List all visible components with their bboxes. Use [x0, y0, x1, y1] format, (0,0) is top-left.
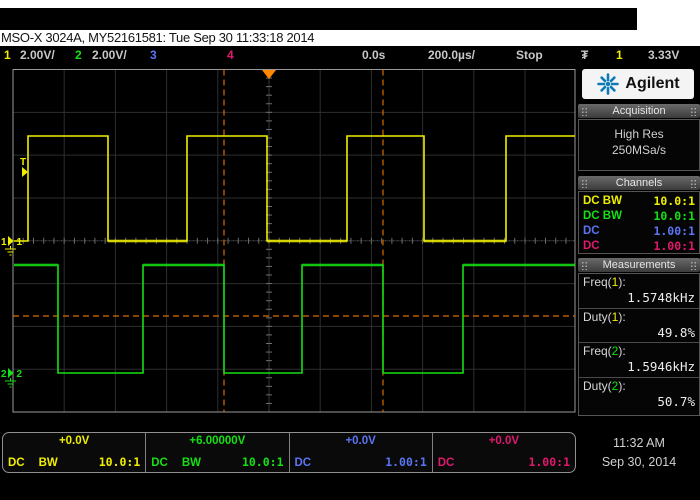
channel-row-4[interactable]: DC 1.00:1 [579, 238, 699, 253]
acquisition-mode: High Res [579, 126, 699, 142]
channel-offset: +0.0V [438, 435, 570, 447]
channel-probe: 1.00:1 [653, 239, 695, 253]
status-ch2-number[interactable]: 2 [75, 48, 82, 62]
bandwidth-label: BW [39, 457, 58, 469]
status-ch3-number[interactable]: 3 [150, 48, 157, 62]
measurements-header-label: Measurements [603, 259, 676, 271]
channel-row-3[interactable]: DC 1.00:1 [579, 223, 699, 238]
measurement-value: 49.8% [583, 325, 695, 341]
channel-coupling: DC BW [583, 195, 622, 207]
channel-2-box[interactable]: +6.00000V DC BW 10.0:1 [146, 433, 289, 472]
svg-text:1: 1 [1, 237, 7, 248]
measurements-panel: Freq(1): 1.5748kHz Duty(1): 49.8% Freq(2… [578, 273, 700, 416]
grip-icon [581, 107, 588, 116]
svg-text:2: 2 [1, 369, 7, 380]
channels-header[interactable]: Channels [578, 176, 700, 190]
measurement-duty1[interactable]: Duty(1): 49.8% [579, 308, 699, 342]
acquisition-header-label: Acquisition [612, 105, 665, 117]
measurement-label: ): [618, 310, 625, 324]
scope-screen: 1 2.00V/ 2 2.00V/ 3 4 0.0s 200.0µs/ Stop… [0, 46, 700, 500]
measurement-duty2[interactable]: Duty(2): 50.7% [579, 377, 699, 411]
channel-4-box[interactable]: +0.0V DC 1.00:1 [433, 433, 575, 472]
coupling-label: DC [438, 457, 455, 469]
measurement-label: Freq( [583, 344, 612, 358]
status-run-state[interactable]: Stop [516, 48, 543, 62]
clock-date: Sep 30, 2014 [578, 453, 700, 472]
channel-coupling: DC [583, 240, 600, 252]
measurement-freq2[interactable]: Freq(2): 1.5946kHz [579, 342, 699, 376]
measurement-label: Duty( [583, 379, 612, 393]
status-timebase[interactable]: 200.0µs/ [428, 48, 475, 62]
channel-row-1[interactable]: DC BW 10.0:1 [579, 193, 699, 208]
channel-probe: 10.0:1 [653, 194, 695, 208]
measurement-label: Freq( [583, 275, 612, 289]
top-banner [0, 8, 637, 30]
measurement-label: ): [618, 344, 625, 358]
svg-text:1: 1 [17, 237, 23, 248]
measurement-value: 50.7% [583, 394, 695, 410]
channel-probe: 1.00:1 [653, 224, 695, 238]
channel-offset: +0.0V [8, 435, 140, 447]
channel-coupling: DC BW [583, 210, 622, 222]
status-ch1-number[interactable]: 1 [4, 48, 11, 62]
agilent-starburst-icon [596, 72, 620, 96]
status-bar: 1 2.00V/ 2 2.00V/ 3 4 0.0s 200.0µs/ Stop… [0, 46, 700, 64]
channel-offset: +6.00000V [151, 435, 283, 447]
channel-probe: 10.0:1 [653, 209, 695, 223]
channel-coupling: DC [583, 225, 600, 237]
measurement-label: ): [618, 379, 625, 393]
measurements-header[interactable]: Measurements [578, 258, 700, 272]
channel-3-box[interactable]: +0.0V DC 1.00:1 [290, 433, 433, 472]
measurement-value: 1.5748kHz [583, 290, 695, 306]
oscilloscope-screenshot: MSO-X 3024A, MY52161581: Tue Sep 30 11:3… [0, 0, 700, 500]
trigger-icon: ₮ [581, 48, 588, 62]
channel-1-box[interactable]: +0.0V DC BW 10.0:1 [3, 433, 146, 472]
waveform-display[interactable]: T 11 22 [0, 64, 578, 432]
channels-header-label: Channels [616, 177, 662, 189]
grip-icon [690, 107, 697, 116]
coupling-label: DC [295, 457, 312, 469]
svg-text:T: T [20, 157, 26, 168]
acquisition-panel[interactable]: High Res 250MSa/s [578, 119, 700, 171]
instrument-title: MSO-X 3024A, MY52161581: Tue Sep 30 11:3… [1, 30, 314, 45]
probe-ratio: 10.0:1 [242, 455, 284, 469]
channels-panel: DC BW 10.0:1 DC BW 10.0:1 DC 1.00:1 DC 1… [578, 191, 700, 254]
status-trigger-level[interactable]: 3.33V [648, 48, 679, 62]
measurement-value: 1.5946kHz [583, 359, 695, 375]
measurement-freq1[interactable]: Freq(1): 1.5748kHz [579, 274, 699, 308]
probe-ratio: 1.00:1 [385, 455, 427, 469]
status-ch4-number[interactable]: 4 [227, 48, 234, 62]
clock: 11:32 AM Sep 30, 2014 [578, 434, 700, 472]
bandwidth-label: BW [182, 457, 201, 469]
probe-ratio: 10.0:1 [99, 455, 141, 469]
grip-icon [690, 261, 697, 270]
channel-settings-bar: +0.0V DC BW 10.0:1 +6.00000V DC BW 10.0:… [2, 432, 576, 473]
measurement-label: ): [618, 275, 625, 289]
status-ch2-scale[interactable]: 2.00V/ [92, 48, 127, 62]
status-delay[interactable]: 0.0s [362, 48, 385, 62]
brand-name: Agilent [625, 75, 679, 93]
clock-time: 11:32 AM [578, 434, 700, 453]
sample-rate: 250MSa/s [579, 142, 699, 158]
measurement-label: Duty( [583, 310, 612, 324]
channel-offset: +0.0V [295, 435, 427, 447]
svg-text:2: 2 [17, 369, 23, 380]
brand-box: Agilent [582, 69, 694, 99]
coupling-label: DC [151, 457, 168, 469]
grip-icon [581, 179, 588, 188]
status-trigger-source[interactable]: 1 [616, 48, 623, 62]
coupling-label: DC [8, 457, 25, 469]
status-ch1-scale[interactable]: 2.00V/ [20, 48, 55, 62]
acquisition-header[interactable]: Acquisition [578, 104, 700, 118]
probe-ratio: 1.00:1 [528, 455, 570, 469]
grip-icon [581, 261, 588, 270]
channel-row-2[interactable]: DC BW 10.0:1 [579, 208, 699, 223]
grip-icon [690, 179, 697, 188]
